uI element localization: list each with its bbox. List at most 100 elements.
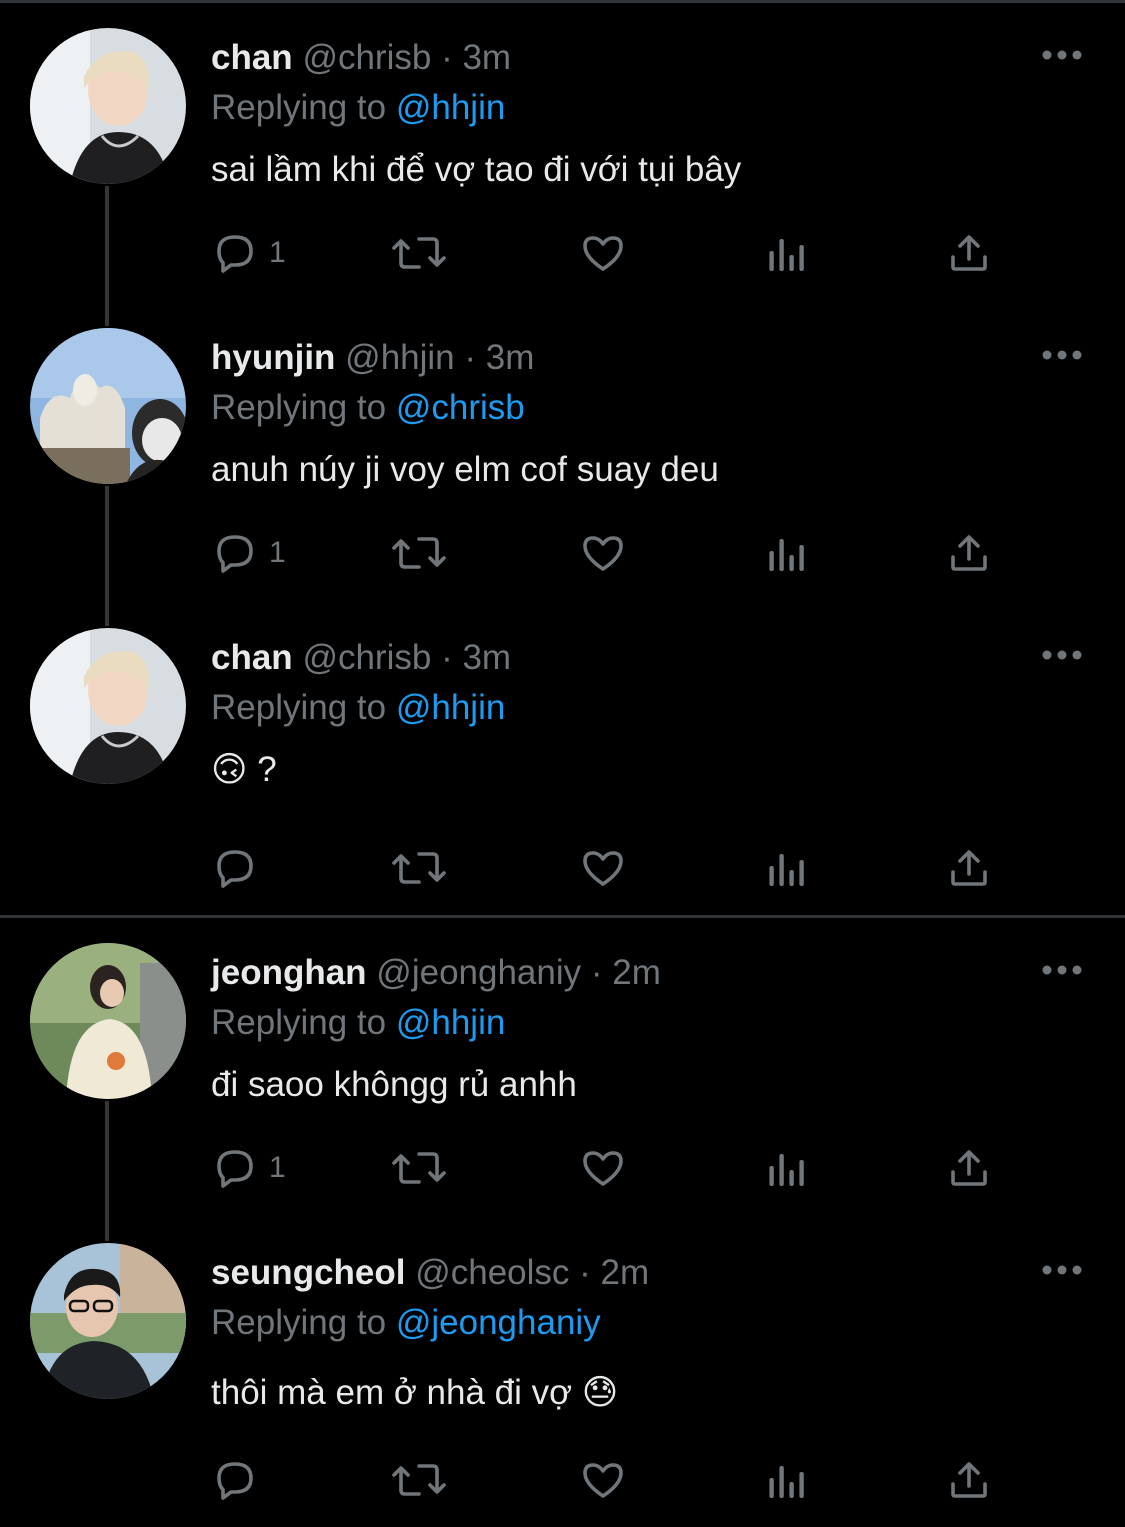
reply-count: 1 — [269, 1151, 286, 1184]
analytics-button[interactable] — [763, 528, 811, 578]
avatar-chan[interactable] — [30, 628, 186, 784]
analytics-icon — [769, 854, 804, 886]
replying-to: Replying to @chrisb — [211, 386, 525, 430]
share-button[interactable] — [945, 228, 993, 278]
timestamp[interactable]: 3m — [486, 338, 535, 377]
thread-line — [105, 186, 109, 326]
retweet-button[interactable] — [391, 1455, 447, 1505]
share-button[interactable] — [945, 1455, 993, 1505]
timestamp[interactable]: 2m — [601, 1253, 650, 1292]
retweet-icon — [392, 537, 446, 569]
retweet-button[interactable] — [391, 843, 447, 893]
separator-dot: · — [579, 1253, 591, 1292]
share-button[interactable] — [945, 1143, 993, 1193]
tweet-header: chan @chrisb · 3m — [211, 636, 511, 680]
replying-to-label: Replying to — [211, 1003, 387, 1042]
mention-link[interactable]: @chrisb — [396, 388, 525, 427]
retweet-icon — [392, 852, 446, 884]
reply-button[interactable]: 1 — [211, 528, 286, 578]
retweet-button[interactable] — [391, 1143, 447, 1193]
reply-count: 1 — [269, 536, 286, 569]
more-icon[interactable] — [1040, 1263, 1084, 1277]
avatar-seungcheol[interactable] — [30, 1243, 186, 1399]
analytics-icon — [769, 539, 804, 571]
replying-to-label: Replying to — [211, 88, 387, 127]
retweet-icon — [392, 237, 446, 269]
thread-line — [105, 1101, 109, 1241]
tweet-text: đi saoo khôngg rủ anhh — [211, 1065, 577, 1104]
like-icon — [583, 236, 623, 271]
separator-dot: · — [590, 953, 603, 992]
action-bar — [211, 843, 1011, 893]
like-icon — [583, 851, 623, 886]
tweet-text: 🙃 ? — [211, 750, 277, 789]
avatar-jeonghan[interactable] — [30, 943, 186, 1099]
reply-icon — [217, 535, 253, 573]
retweet-icon — [392, 1152, 446, 1184]
reply-icon — [217, 1150, 253, 1188]
timestamp[interactable]: 3m — [462, 38, 511, 77]
timestamp[interactable]: 2m — [612, 953, 661, 992]
avatar-chan[interactable] — [30, 28, 186, 184]
action-bar — [211, 1455, 1011, 1505]
tweet-header: jeonghan @jeonghaniy · 2m — [211, 951, 661, 995]
thread-line — [105, 486, 109, 626]
handle[interactable]: @chrisb — [302, 38, 431, 77]
more-icon[interactable] — [1040, 48, 1084, 62]
replying-to: Replying to @hhjin — [211, 686, 505, 730]
display-name[interactable]: jeonghan — [211, 953, 367, 992]
reply-button[interactable] — [211, 843, 269, 893]
retweet-icon — [392, 1464, 446, 1496]
display-name[interactable]: seungcheol — [211, 1253, 405, 1292]
avatar-hyunjin[interactable] — [30, 328, 186, 484]
retweet-button[interactable] — [391, 528, 447, 578]
more-icon[interactable] — [1040, 648, 1084, 662]
analytics-button[interactable] — [763, 1455, 811, 1505]
mention-link[interactable]: @hhjin — [396, 688, 505, 727]
tweet-header: hyunjin @hhjin · 3m — [211, 336, 534, 380]
mention-link[interactable]: @hhjin — [396, 1003, 505, 1042]
analytics-button[interactable] — [763, 1143, 811, 1193]
like-icon — [583, 536, 623, 571]
action-bar: 1 — [211, 228, 1011, 278]
share-icon — [951, 1462, 987, 1498]
analytics-button[interactable] — [763, 843, 811, 893]
analytics-button[interactable] — [763, 228, 811, 278]
share-icon — [951, 535, 987, 571]
like-icon — [583, 1151, 623, 1186]
handle[interactable]: @cheolsc — [415, 1253, 569, 1292]
like-button[interactable] — [579, 1455, 627, 1505]
display-name[interactable]: chan — [211, 638, 293, 677]
share-icon — [951, 850, 987, 886]
timestamp[interactable]: 3m — [462, 638, 511, 677]
reply-count: 1 — [269, 236, 286, 269]
analytics-icon — [769, 1466, 804, 1498]
more-icon[interactable] — [1040, 348, 1084, 362]
tweet-header: seungcheol @cheolsc · 2m — [211, 1251, 649, 1295]
like-button[interactable] — [579, 843, 627, 893]
handle[interactable]: @jeonghaniy — [376, 953, 581, 992]
more-icon[interactable] — [1040, 963, 1084, 977]
handle[interactable]: @hhjin — [345, 338, 454, 377]
reply-button[interactable]: 1 — [211, 228, 286, 278]
action-bar: 1 — [211, 1143, 1011, 1193]
display-name[interactable]: hyunjin — [211, 338, 335, 377]
separator-dot: · — [464, 338, 477, 377]
retweet-button[interactable] — [391, 228, 447, 278]
reply-button[interactable] — [211, 1455, 269, 1505]
top-divider — [0, 0, 1125, 3]
action-bar: 1 — [211, 528, 1011, 578]
like-button[interactable] — [579, 1143, 627, 1193]
mention-link[interactable]: @hhjin — [396, 88, 505, 127]
reply-button[interactable]: 1 — [211, 1143, 286, 1193]
reply-icon — [217, 850, 253, 888]
like-button[interactable] — [579, 228, 627, 278]
mention-link[interactable]: @jeonghaniy — [396, 1303, 601, 1342]
share-button[interactable] — [945, 843, 993, 893]
share-button[interactable] — [945, 528, 993, 578]
like-button[interactable] — [579, 528, 627, 578]
handle[interactable]: @chrisb — [302, 638, 431, 677]
replying-to-label: Replying to — [211, 1303, 387, 1342]
display-name[interactable]: chan — [211, 38, 293, 77]
replying-to-label: Replying to — [211, 388, 387, 427]
